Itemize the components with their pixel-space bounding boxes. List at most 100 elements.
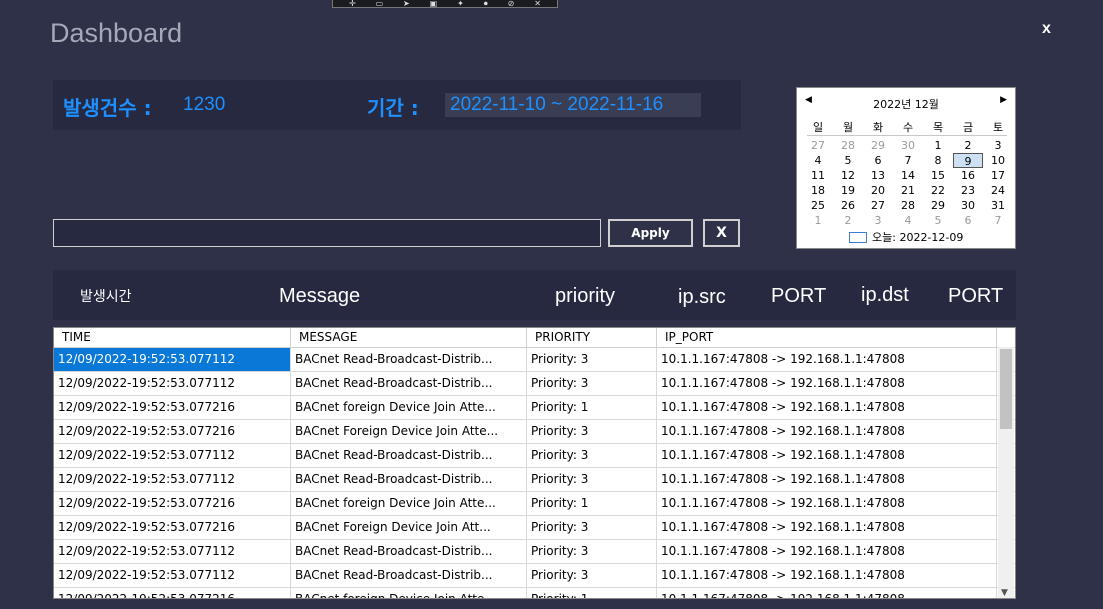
next-month-icon[interactable]: ▶ [1000, 95, 1007, 105]
calendar-day[interactable]: 7 [983, 213, 1013, 228]
cell-message[interactable]: BACnet foreign Device Join Atte... [291, 492, 527, 515]
cell-message[interactable]: BACnet Foreign Device Join Atte... [291, 420, 527, 443]
grid-scrollbar[interactable]: ▼ [998, 347, 1014, 598]
stop-icon[interactable]: ⊘ [508, 0, 515, 8]
pointer-icon[interactable]: ✦ [457, 0, 464, 8]
calendar-day[interactable]: 24 [983, 183, 1013, 198]
calendar-day[interactable]: 8 [923, 153, 953, 168]
cell-message[interactable]: BACnet foreign Device Join Atte... [291, 396, 527, 419]
cell-time[interactable]: 12/09/2022-19:52:53.077112 [54, 468, 291, 491]
table-row[interactable]: 12/09/2022-19:52:53.077112 BACnet Read-Br… [54, 468, 1015, 492]
cell-ipport[interactable]: 10.1.1.167:47808 -> 192.168.1.1:47808 [657, 372, 997, 395]
cell-message[interactable]: BACnet Read-Broadcast-Distrib... [291, 540, 527, 563]
calendar-day[interactable]: 29 [863, 138, 893, 153]
cell-time[interactable]: 12/09/2022-19:52:53.077112 [54, 564, 291, 587]
calendar-day[interactable]: 14 [893, 168, 923, 183]
table-row[interactable]: 12/09/2022-19:52:53.077112 BACnet Read-Br… [54, 540, 1015, 564]
calendar-day[interactable]: 16 [953, 168, 983, 183]
calendar-day[interactable]: 6 [953, 213, 983, 228]
scroll-down-icon[interactable]: ▼ [1001, 588, 1008, 598]
frame-icon[interactable]: ▣ [430, 0, 438, 8]
calendar-day[interactable]: 7 [893, 153, 923, 168]
cell-priority[interactable]: Priority: 3 [527, 420, 657, 443]
clear-filter-button[interactable]: X [703, 219, 740, 247]
calendar-day[interactable]: 25 [803, 198, 833, 213]
cell-ipport[interactable]: 10.1.1.167:47808 -> 192.168.1.1:47808 [657, 396, 997, 419]
cell-priority[interactable]: Priority: 3 [527, 516, 657, 539]
calendar-day[interactable]: 19 [833, 183, 863, 198]
filter-input[interactable] [53, 219, 601, 247]
cell-message[interactable]: BACnet Foreign Device Join Att... [291, 516, 527, 539]
cell-time[interactable]: 12/09/2022-19:52:53.077112 [54, 348, 291, 371]
calendar-day[interactable]: 3 [983, 138, 1013, 153]
calendar-day[interactable]: 2 [953, 138, 983, 153]
apply-button[interactable]: Apply [608, 219, 693, 247]
scrollbar-thumb[interactable] [1000, 349, 1012, 429]
grid-header-priority[interactable]: PRIORITY [527, 328, 657, 347]
grid-header-time[interactable]: TIME [54, 328, 291, 347]
calendar-day[interactable]: 23 [953, 183, 983, 198]
calendar-day[interactable]: 21 [893, 183, 923, 198]
calendar-day[interactable]: 3 [863, 213, 893, 228]
cell-time[interactable]: 12/09/2022-19:52:53.077112 [54, 444, 291, 467]
table-row[interactable]: 12/09/2022-19:52:53.077112 BACnet Read-Br… [54, 348, 1015, 372]
cell-priority[interactable]: Priority: 1 [527, 492, 657, 515]
cell-priority[interactable]: Priority: 3 [527, 444, 657, 467]
calendar-day[interactable]: 10 [983, 153, 1013, 168]
cell-time[interactable]: 12/09/2022-19:52:53.077216 [54, 516, 291, 539]
calendar-today[interactable]: 오늘: 2022-12-09 [849, 229, 963, 245]
cell-time[interactable]: 12/09/2022-19:52:53.077216 [54, 420, 291, 443]
cell-time[interactable]: 12/09/2022-19:52:53.077216 [54, 492, 291, 515]
grid-header-message[interactable]: MESSAGE [291, 328, 527, 347]
cell-ipport[interactable]: 10.1.1.167:47808 -> 192.168.1.1:47808 [657, 468, 997, 491]
calendar-day[interactable]: 20 [863, 183, 893, 198]
grid-header-ipport[interactable]: IP_PORT [657, 328, 997, 347]
cell-ipport[interactable]: 10.1.1.167:47808 -> 192.168.1.1:47808 [657, 588, 997, 598]
cell-time[interactable]: 12/09/2022-19:52:53.077112 [54, 372, 291, 395]
cell-time[interactable]: 12/09/2022-19:52:53.077216 [54, 588, 291, 598]
calendar-day[interactable]: 4 [803, 153, 833, 168]
cell-ipport[interactable]: 10.1.1.167:47808 -> 192.168.1.1:47808 [657, 492, 997, 515]
cell-priority[interactable]: Priority: 1 [527, 588, 657, 598]
calendar-day[interactable]: 9 [953, 153, 983, 168]
window-icon[interactable]: ▭ [376, 0, 384, 8]
calendar-day[interactable]: 13 [863, 168, 893, 183]
cell-ipport[interactable]: 10.1.1.167:47808 -> 192.168.1.1:47808 [657, 348, 997, 371]
cursor-icon[interactable]: ➤ [403, 0, 410, 8]
calendar-day[interactable]: 18 [803, 183, 833, 198]
table-row[interactable]: 12/09/2022-19:52:53.077112 BACnet Read-Br… [54, 564, 1015, 588]
cell-message[interactable]: BACnet Read-Broadcast-Distrib... [291, 564, 527, 587]
cell-message[interactable]: BACnet Read-Broadcast-Distrib... [291, 372, 527, 395]
calendar-day[interactable]: 28 [833, 138, 863, 153]
cell-ipport[interactable]: 10.1.1.167:47808 -> 192.168.1.1:47808 [657, 516, 997, 539]
calendar-day[interactable]: 30 [953, 198, 983, 213]
calendar-day[interactable]: 28 [893, 198, 923, 213]
calendar-day[interactable]: 11 [803, 168, 833, 183]
calendar-day[interactable]: 5 [833, 153, 863, 168]
cell-time[interactable]: 12/09/2022-19:52:53.077112 [54, 540, 291, 563]
cell-priority[interactable]: Priority: 3 [527, 540, 657, 563]
calendar-day[interactable]: 6 [863, 153, 893, 168]
cell-ipport[interactable]: 10.1.1.167:47808 -> 192.168.1.1:47808 [657, 564, 997, 587]
cell-message[interactable]: BACnet foreign Device Join Atte... [291, 588, 527, 598]
cell-priority[interactable]: Priority: 3 [527, 348, 657, 371]
cell-ipport[interactable]: 10.1.1.167:47808 -> 192.168.1.1:47808 [657, 420, 997, 443]
calendar-day[interactable]: 29 [923, 198, 953, 213]
calendar-day[interactable]: 5 [923, 213, 953, 228]
calendar-day[interactable]: 30 [893, 138, 923, 153]
record-icon[interactable]: ⏺ [484, 0, 488, 8]
cell-priority[interactable]: Priority: 3 [527, 564, 657, 587]
date-calendar[interactable]: ◀ 2022년 12월 ▶ 일 월 화 수 목 금 토 27 28 29 30 1 2 3 4… [796, 87, 1016, 249]
close-icon[interactable]: ✕ [534, 0, 541, 8]
cell-message[interactable]: BACnet Read-Broadcast-Distrib... [291, 348, 527, 371]
cell-ipport[interactable]: 10.1.1.167:47808 -> 192.168.1.1:47808 [657, 540, 997, 563]
calendar-day[interactable]: 17 [983, 168, 1013, 183]
event-grid[interactable]: TIME MESSAGE PRIORITY IP_PORT 12/09/2022… [53, 327, 1016, 599]
calendar-day[interactable]: 1 [803, 213, 833, 228]
calendar-day[interactable]: 4 [893, 213, 923, 228]
calendar-day[interactable]: 27 [803, 138, 833, 153]
cell-priority[interactable]: Priority: 3 [527, 372, 657, 395]
cell-ipport[interactable]: 10.1.1.167:47808 -> 192.168.1.1:47808 [657, 444, 997, 467]
crosshair-icon[interactable]: ✛ [349, 0, 356, 8]
cell-message[interactable]: BACnet Read-Broadcast-Distrib... [291, 444, 527, 467]
